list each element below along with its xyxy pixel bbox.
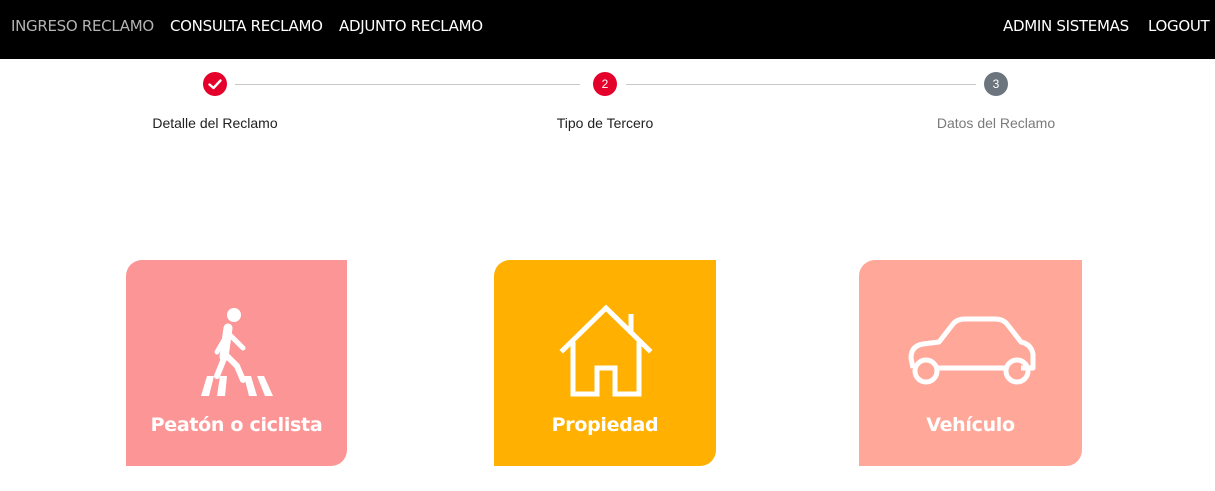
nav-admin-sistemas[interactable]: ADMIN SISTEMAS [1003, 17, 1129, 35]
option-card-vehiculo[interactable]: Vehículo [859, 260, 1082, 466]
step-3-label: Datos del Reclamo [936, 115, 1056, 131]
stepper-connector [235, 84, 580, 85]
nav-adjunto-reclamo[interactable]: ADJUNTO RECLAMO [339, 17, 483, 35]
option-card-peaton[interactable]: Peatón o ciclista [126, 260, 347, 466]
step-1-completed-indicator [203, 72, 227, 96]
option-card-propiedad[interactable]: Propiedad [494, 260, 716, 466]
nav-ingreso-reclamo[interactable]: INGRESO RECLAMO [11, 17, 154, 35]
pedestrian-crossing-icon [126, 302, 347, 402]
checkmark-icon [208, 79, 222, 90]
nav-consulta-reclamo[interactable]: CONSULTA RECLAMO [170, 17, 323, 35]
step-1-label: Detalle del Reclamo [152, 115, 278, 131]
option-label-propiedad: Propiedad [551, 414, 659, 436]
step-2-label: Tipo de Tercero [556, 115, 654, 131]
nav-logout[interactable]: LOGOUT [1148, 17, 1210, 35]
top-navbar: INGRESO RECLAMO CONSULTA RECLAMO ADJUNTO… [0, 0, 1215, 59]
step-3-indicator: 3 [984, 72, 1008, 96]
car-icon [859, 302, 1082, 402]
step-2-indicator: 2 [593, 72, 617, 96]
option-label-peaton: Peatón o ciclista [150, 414, 323, 436]
house-icon [494, 302, 716, 402]
option-label-vehiculo: Vehículo [926, 414, 1015, 436]
progress-stepper: 2 3 Detalle del Reclamo Tipo de Tercero … [0, 59, 1215, 149]
stepper-connector [626, 84, 976, 85]
